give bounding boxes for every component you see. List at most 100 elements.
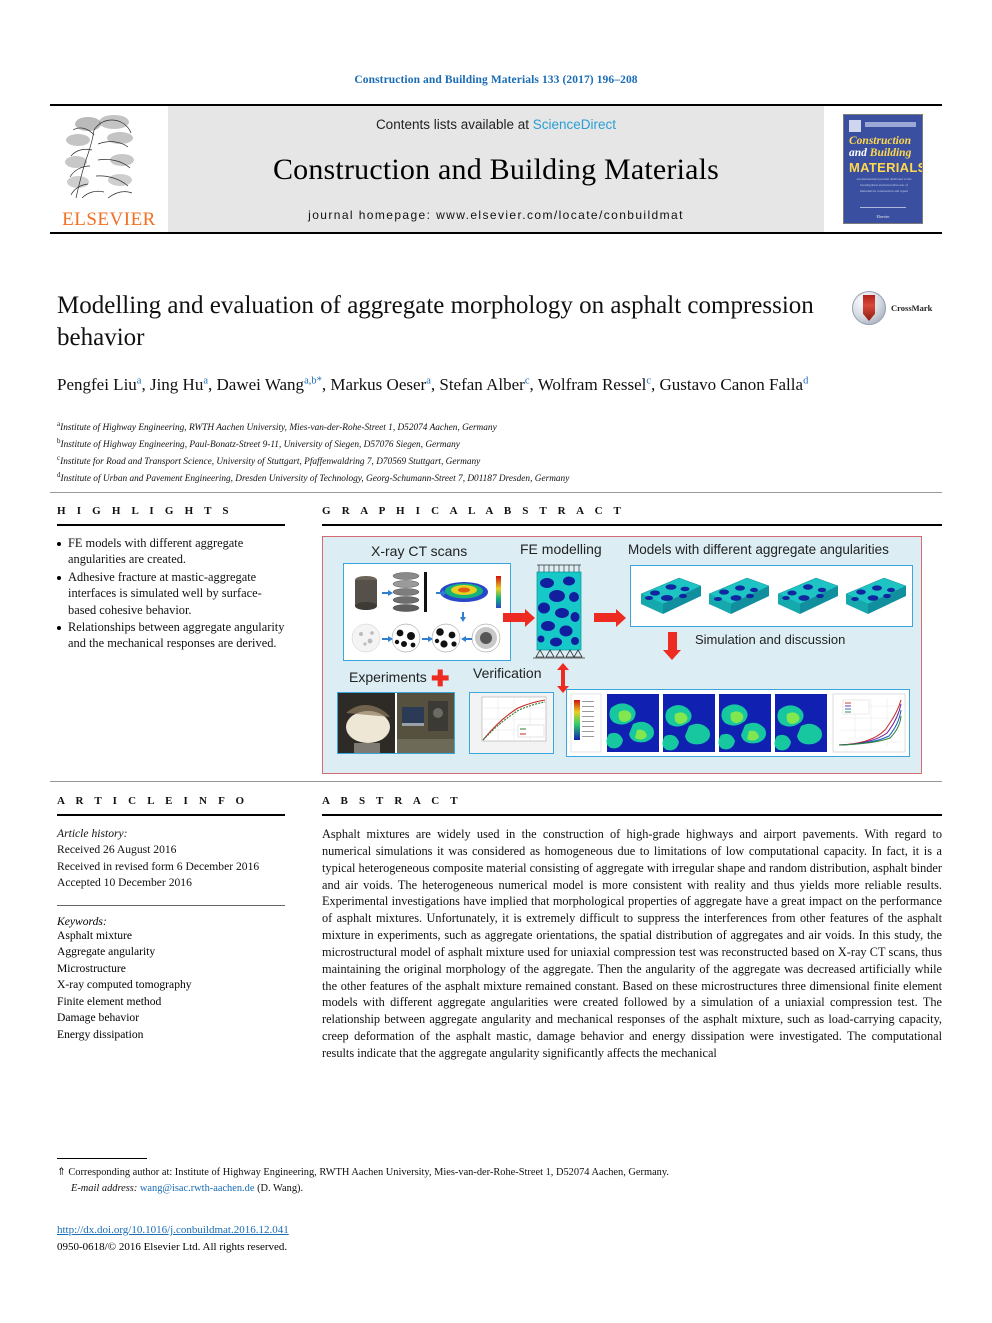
graphical-abstract-heading: G R A P H I C A L A B S T R A C T [322, 505, 626, 517]
journal-reference: Construction and Building Materials 133 … [354, 74, 638, 86]
highlights-rule [57, 524, 285, 526]
abstract-text: Asphalt mixtures are widely used in the … [322, 827, 942, 1060]
author-name: Jing Hu [149, 375, 204, 394]
ga-label-simulation: Simulation and discussion [695, 632, 846, 647]
author-name: Pengfei Liu [57, 375, 137, 394]
ga-verification-plot [481, 696, 547, 742]
copyright-line: 0950-0618/© 2016 Elsevier Ltd. All right… [57, 1241, 288, 1254]
elsevier-tree-icon [65, 115, 134, 199]
keywords-list: Asphalt mixture Aggregate angularity Micro… [57, 928, 285, 1043]
cover-blurb: An international journal dedicated to th… [856, 177, 912, 193]
ga-models-panel [630, 565, 913, 627]
affiliation-marker: d [57, 471, 61, 480]
author-name: Markus Oeser [330, 375, 427, 394]
author-affiliation-marker: c [646, 375, 652, 387]
crossmark-label: CrossMark [891, 303, 933, 313]
crossmark-badge[interactable]: CrossMark [852, 288, 942, 328]
keyword-item: Finite element method [57, 994, 162, 1008]
keyword-item: Energy dissipation [57, 1027, 144, 1041]
keyword-item: Asphalt mixture [57, 928, 133, 942]
abstract-rule [322, 814, 942, 816]
ga-verify-arrow [557, 663, 569, 693]
doi-link[interactable]: http://dx.doi.org/10.1016/j.conbuildmat.… [57, 1222, 657, 1239]
ga-xray-diagram [351, 572, 501, 653]
author-affiliation-marker: a,b [304, 375, 317, 387]
corresponding-author-text: Corresponding author at: Institute of Hi… [68, 1167, 669, 1178]
ga-xray-panel [343, 563, 511, 661]
corresponding-author-marker: * [316, 375, 322, 387]
ga-experiment-photos [338, 693, 454, 753]
footnote-rule [57, 1158, 147, 1159]
journal-cover-thumbnail: Construction and Building MATERIALS An i… [824, 106, 942, 232]
affiliation-marker: a [57, 420, 61, 428]
author-name: Wolfram Ressel [537, 375, 647, 394]
elsevier-logo: ELSEVIER [50, 106, 168, 232]
email-label: E-mail address: [71, 1182, 138, 1194]
corresponding-author-note: ⇑ Corresponding author at: Institute of … [57, 1165, 937, 1181]
article-history-list: Received 26 August 2016 Received in revis… [57, 842, 285, 891]
journal-homepage[interactable]: journal homepage: www.elsevier.com/locat… [308, 208, 684, 222]
affiliation: cInstitute for Road and Transport Scienc… [57, 454, 481, 468]
ga-arrow-2 [594, 609, 626, 627]
abstract-heading: A B S T R A C T [322, 795, 462, 807]
masthead-center: Contents lists available at ScienceDirec… [168, 106, 824, 232]
author-affiliation-marker: d [803, 375, 809, 387]
affiliation-marker: b [57, 437, 61, 446]
mid-rule [50, 781, 942, 782]
author-affiliation-marker: a [203, 375, 209, 387]
ga-verification-chart [469, 692, 554, 754]
cover-logo-square [849, 120, 861, 132]
paper-title: Modelling and evaluation of aggregate mo… [57, 292, 814, 351]
ga-label-models: Models with different aggregate angulari… [628, 542, 889, 557]
email-link[interactable]: wang@isac.rwth-aachen.de [140, 1183, 255, 1194]
author-list: Pengfei Liua, Jing Hua, Dawei Wanga,b*, … [57, 375, 809, 394]
title-author-block: Modelling and evaluation of aggregate mo… [57, 290, 847, 397]
keyword-item: X-ray computed tomography [57, 978, 192, 992]
graphical-abstract-rule [322, 524, 942, 526]
author-affiliation-marker: c [524, 375, 530, 387]
cover-footer: Elsevier [876, 214, 890, 219]
affiliation-marker: c [57, 454, 61, 463]
corresponding-marker: ⇑ [57, 1167, 66, 1178]
highlight-item: Adhesive fracture at mastic-aggregate in… [57, 569, 285, 618]
ga-label-fe-modelling: FE modelling [520, 541, 602, 557]
cover-line-3: MATERIALS [849, 160, 923, 175]
sciencedirect-link[interactable]: ScienceDirect [533, 117, 616, 132]
cover-line-1: Construction [849, 135, 911, 147]
cover-divider [860, 207, 906, 208]
article-history-item: Received in revised form 6 December 2016 [57, 859, 260, 873]
contents-list-line: Contents lists available at ScienceDirec… [376, 117, 616, 132]
ga-model-slabs [640, 577, 907, 614]
ga-label-experiments: Experiments [349, 669, 427, 685]
highlight-item: FE models with different aggregate angul… [57, 535, 285, 568]
article-history: Article history: Received 26 August 2016… [57, 826, 285, 892]
author-name: Gustavo Canon Falla [659, 375, 804, 394]
affiliation-list: aInstitute of Highway Engineering, RWTH … [57, 419, 847, 488]
cover-top-bar [865, 122, 916, 127]
author-affiliation-marker: a [426, 375, 431, 387]
article-info-heading: A R T I C L E I N F O [57, 795, 249, 807]
body-top-rule [50, 492, 942, 493]
cover-line-2: and Building [849, 147, 912, 159]
affiliation: aInstitute of Highway Engineering, RWTH … [57, 420, 497, 434]
abstract-section: A B S T R A C T Asphalt mixtures are wid… [322, 795, 942, 1062]
contents-prefix: Contents lists available at [375, 117, 533, 132]
article-history-item: Accepted 10 December 2016 [57, 876, 192, 890]
ga-label-verification: Verification [473, 665, 542, 681]
ga-experiments-panel [337, 692, 455, 754]
keyword-item: Microstructure [57, 961, 126, 975]
graphical-abstract-figure: X-ray CT scans FE modelling Models with … [322, 536, 922, 774]
journal-masthead: ELSEVIER Contents lists available at Sci… [50, 104, 942, 234]
journal-title: Construction and Building Materials [272, 153, 720, 186]
affiliation: dInstitute of Urban and Pavement Enginee… [57, 471, 570, 485]
graphical-abstract-section: G R A P H I C A L A B S T R A C T X-ray … [322, 505, 942, 774]
crossmark-icon [852, 291, 886, 325]
keyword-item: Damage behavior [57, 1011, 140, 1025]
doi-block: http://dx.doi.org/10.1016/j.conbuildmat.… [57, 1222, 657, 1256]
article-history-label: Article history: [57, 827, 128, 840]
highlights-list: FE models with different aggregate angul… [57, 535, 285, 652]
article-info-rule [57, 814, 285, 816]
author-affiliation-marker: a [136, 375, 142, 387]
keywords-divider [57, 904, 285, 906]
email-note: E-mail address: wang@isac.rwth-aachen.de… [57, 1181, 937, 1197]
